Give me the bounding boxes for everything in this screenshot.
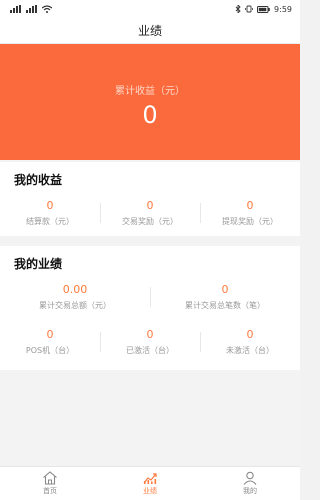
- total-transaction-count-value: 0: [221, 283, 229, 296]
- my-earnings-title: 我的收益: [14, 173, 63, 187]
- nav-item-mine-label: 我的: [243, 487, 257, 495]
- bottom-navigation: 首页 业绩 我的: [0, 466, 300, 500]
- activated-label: 已激活（台）: [126, 346, 174, 355]
- status-bar: 9:59: [0, 0, 300, 18]
- transaction-reward-label: 交易奖励（元）: [122, 217, 178, 226]
- activated-value: 0: [146, 328, 154, 341]
- wifi-icon: [42, 5, 52, 13]
- settlement-label: 结算款（元）: [26, 217, 74, 226]
- signal-icon-2: [26, 5, 38, 13]
- total-transaction-amount-label: 累计交易总额（元）: [39, 301, 111, 310]
- withdrawal-reward-label: 提现奖励（元）: [222, 217, 278, 226]
- status-right-icons: 9:59: [235, 5, 292, 14]
- home-icon: [42, 471, 58, 485]
- app-screen: 9:59 业绩 累计收益（元） 0 我的收益 0 结算款（元） 0 交易奖励（元…: [0, 0, 300, 500]
- not-activated-value: 0: [246, 328, 254, 341]
- total-transaction-amount-stat[interactable]: 0.00 累计交易总额（元）: [0, 279, 150, 312]
- user-icon: [242, 471, 258, 485]
- nav-item-mine[interactable]: 我的: [200, 467, 300, 500]
- activated-stat[interactable]: 0 已激活（台）: [100, 324, 200, 357]
- settlement-stat[interactable]: 0 结算款（元）: [0, 195, 100, 228]
- status-time: 9:59: [274, 4, 292, 14]
- pos-machines-stat[interactable]: 0 POS机（台）: [0, 324, 100, 357]
- nav-item-home[interactable]: 首页: [0, 467, 100, 500]
- battery-icon: [257, 5, 270, 13]
- chart-icon: [142, 471, 158, 485]
- signal-icon: [10, 5, 22, 13]
- my-performance-section: 我的业绩 0.00 累计交易总额（元） 0 累计交易总笔数（笔） 0 POS机（…: [0, 246, 300, 370]
- transaction-reward-stat[interactable]: 0 交易奖励（元）: [100, 195, 200, 228]
- transaction-reward-value: 0: [146, 199, 154, 212]
- nav-item-performance-label: 业绩: [143, 487, 157, 495]
- total-earnings-label: 累计收益（元）: [115, 85, 185, 97]
- page-title: 业绩: [137, 24, 162, 38]
- performance-stats-row-1: 0.00 累计交易总额（元） 0 累计交易总笔数（笔）: [0, 279, 300, 312]
- withdrawal-reward-stat[interactable]: 0 提现奖励（元）: [200, 195, 300, 228]
- status-left-icons: [10, 5, 52, 13]
- nav-item-performance[interactable]: 业绩: [100, 467, 200, 500]
- withdrawal-reward-value: 0: [246, 199, 254, 212]
- not-activated-stat[interactable]: 0 未激活（台）: [200, 324, 300, 357]
- vibrate-icon: [245, 5, 253, 13]
- total-transaction-count-label: 累计交易总笔数（笔）: [185, 301, 265, 310]
- total-transaction-amount-value: 0.00: [62, 283, 88, 296]
- my-performance-title: 我的业绩: [14, 257, 63, 271]
- bluetooth-icon: [235, 5, 241, 13]
- my-earnings-section: 我的收益 0 结算款（元） 0 交易奖励（元） 0 提现奖励（元）: [0, 162, 300, 236]
- total-earnings-value: 0: [142, 100, 158, 129]
- page-header: 业绩: [0, 18, 300, 44]
- nav-item-home-label: 首页: [43, 487, 57, 495]
- performance-stats-row-2: 0 POS机（台） 0 已激活（台） 0 未激活（台）: [0, 324, 300, 357]
- not-activated-label: 未激活（台）: [226, 346, 274, 355]
- settlement-value: 0: [46, 199, 54, 212]
- total-transaction-count-stat[interactable]: 0 累计交易总笔数（笔）: [150, 279, 300, 312]
- earnings-stats-row: 0 结算款（元） 0 交易奖励（元） 0 提现奖励（元）: [0, 195, 300, 228]
- total-earnings-banner: 累计收益（元） 0: [0, 44, 300, 160]
- pos-machines-value: 0: [46, 328, 54, 341]
- pos-machines-label: POS机（台）: [25, 346, 75, 355]
